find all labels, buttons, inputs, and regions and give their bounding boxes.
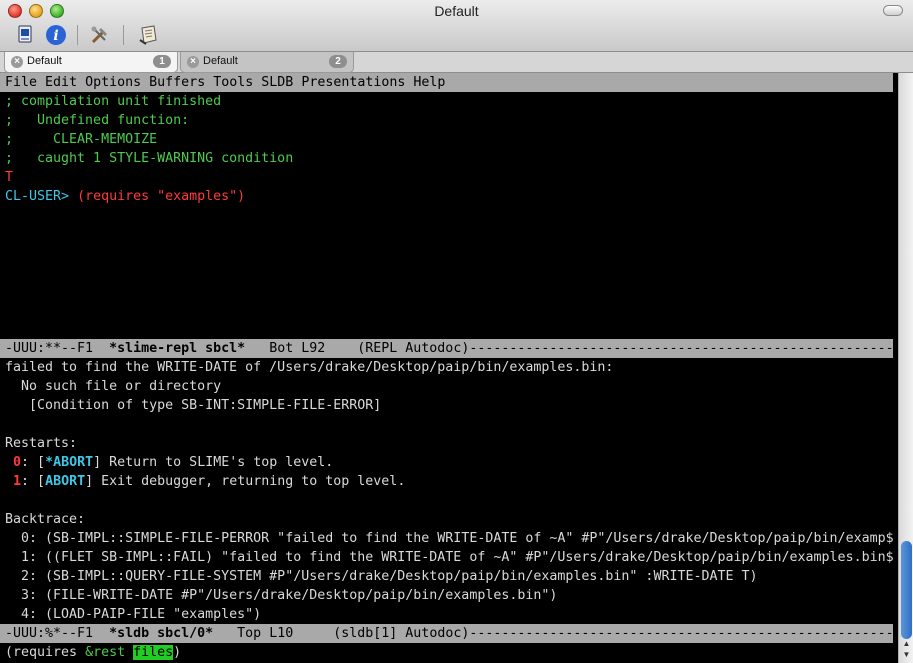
autodoc-prefix: (requires <box>5 645 86 660</box>
restart-name[interactable]: *ABORT <box>45 455 93 470</box>
menu-options[interactable]: Options <box>85 75 141 90</box>
info-icon[interactable]: i <box>45 24 67 46</box>
repl-output-line: ; CLEAR-MEMOIZE <box>5 132 158 147</box>
menu-presentations[interactable]: Presentations <box>301 75 405 90</box>
scroll-down-arrow-icon[interactable]: ▼ <box>901 650 912 660</box>
repl-prompt: CL-USER> <box>5 189 70 204</box>
sldb-error-line: failed to find the WRITE-DATE of /Users/… <box>5 360 614 375</box>
menu-sldb[interactable]: SLDB <box>261 75 293 90</box>
sldb-condition-line: [Condition of type SB-INT:SIMPLE-FILE-ER… <box>5 398 382 413</box>
restarts-heading: Restarts: <box>5 436 78 451</box>
mode-line-modes: (sldb[1] Autodoc) <box>333 626 470 641</box>
tab-label: Default <box>203 55 238 67</box>
autodoc-suffix: ) <box>173 645 182 660</box>
backtrace-frame[interactable]: 1: ((FLET SB-IMPL::FAIL) "failed to find… <box>5 548 894 567</box>
tab-bar: × Default 1 × Default 2 <box>0 52 913 73</box>
tab-number-badge: 1 <box>153 55 171 68</box>
title-bar: Default i <box>0 0 913 52</box>
restart-item[interactable]: 0: [*ABORT] Return to SLIME's top level. <box>5 453 333 472</box>
close-tab-icon[interactable]: × <box>187 56 199 68</box>
restart-name[interactable]: ABORT <box>45 474 85 489</box>
mode-line-position: Bot L92 <box>245 341 358 356</box>
scrollbar-thumb[interactable] <box>901 541 912 639</box>
backtrace-frame[interactable]: 0: (SB-IMPL::SIMPLE-FILE-PERROR "failed … <box>5 529 894 548</box>
restart-description: Exit debugger, returning to top level. <box>93 474 406 489</box>
mode-line-status: -UUU:%*--F1 <box>5 626 110 641</box>
tab-number-badge: 2 <box>329 55 347 68</box>
menu-edit[interactable]: Edit <box>45 75 77 90</box>
new-shell-icon[interactable] <box>15 24 37 46</box>
script-icon[interactable] <box>137 24 159 46</box>
restart-description: Return to SLIME's top level. <box>101 455 334 470</box>
repl-mode-line: -UUU:**--F1 *slime-repl sbcl* Bot L92 (R… <box>0 339 893 358</box>
mode-line-buffer-name: *sldb sbcl/0* <box>109 626 214 641</box>
restart-item[interactable]: 1: [ABORT] Exit debugger, returning to t… <box>5 472 405 491</box>
sldb-error-line: No such file or directory <box>5 379 222 394</box>
mode-line-status: -UUU:**--F1 <box>5 341 110 356</box>
backtrace-frame[interactable]: 3: (FILE-WRITE-DATE #P"/Users/drake/Desk… <box>5 586 557 605</box>
autodoc-keyword: &rest <box>85 645 126 660</box>
tab-label: Default <box>27 55 62 67</box>
repl-input[interactable]: (requires "examples") <box>77 189 245 204</box>
toolbar-separator <box>123 25 124 45</box>
backtrace-frame[interactable]: 2: (SB-IMPL::QUERY-FILE-SYSTEM #P"/Users… <box>5 567 758 586</box>
svg-text:i: i <box>53 28 58 44</box>
autodoc-highlighted-arg: files <box>133 645 174 660</box>
scroll-up-arrow-icon[interactable]: ▲ <box>901 639 912 649</box>
mode-line-position: Top L10 <box>213 626 334 641</box>
restart-number: 0 <box>13 455 22 470</box>
emacs-terminal[interactable]: File Edit Options Buffers Tools SLDB Pre… <box>0 73 898 663</box>
minibuffer-autodoc: (requires &rest files) <box>5 643 181 662</box>
sldb-mode-line: -UUU:%*--F1 *sldb sbcl/0* Top L10 (sldb[… <box>0 624 893 643</box>
repl-output-line: ; compilation unit finished <box>5 94 222 109</box>
backtrace-frame[interactable]: 4: (LOAD-PAIP-FILE "examples") <box>5 605 261 624</box>
menu-buffers[interactable]: Buffers <box>149 75 205 90</box>
emacs-menu-bar: File Edit Options Buffers Tools SLDB Pre… <box>0 73 893 92</box>
repl-prompt-line[interactable]: CL-USER> (requires "examples") <box>5 187 245 206</box>
close-tab-icon[interactable]: × <box>11 56 23 68</box>
repl-output-line: ; Undefined function: <box>5 113 190 128</box>
tab-default-1[interactable]: × Default 1 <box>4 52 178 73</box>
restart-number: 1 <box>13 474 22 489</box>
repl-result: T <box>5 170 14 185</box>
repl-output-line: ; caught 1 STYLE-WARNING condition <box>5 151 294 166</box>
mode-line-modes: (REPL Autodoc) <box>357 341 470 356</box>
window-title: Default <box>434 3 479 19</box>
tools-icon[interactable] <box>89 24 111 46</box>
menu-file[interactable]: File <box>5 75 37 90</box>
vertical-scrollbar[interactable]: ▲ ▼ <box>898 73 913 663</box>
toolbar-toggle-button[interactable] <box>883 5 903 16</box>
toolbar-separator <box>77 25 78 45</box>
mode-line-buffer-name: *slime-repl sbcl* <box>109 341 246 356</box>
menu-tools[interactable]: Tools <box>213 75 253 90</box>
menu-help[interactable]: Help <box>413 75 445 90</box>
tab-default-2[interactable]: × Default 2 <box>180 52 354 73</box>
backtrace-heading: Backtrace: <box>5 512 86 527</box>
